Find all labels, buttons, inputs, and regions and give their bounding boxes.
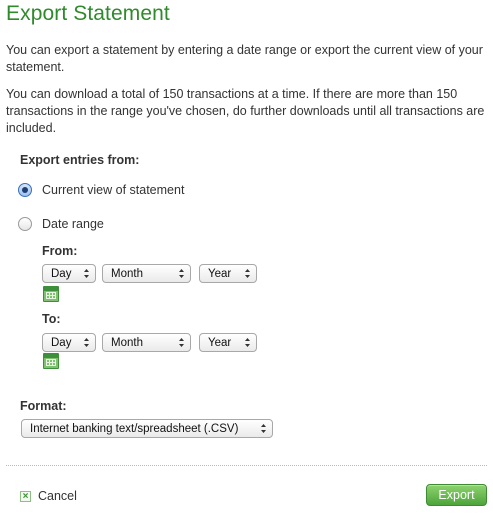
select-arrows-icon bbox=[179, 338, 184, 347]
from-calendar-icon[interactable] bbox=[43, 286, 59, 302]
divider bbox=[6, 465, 487, 466]
from-month-select[interactable]: Month bbox=[102, 264, 191, 283]
intro-paragraph-1: You can export a statement by entering a… bbox=[6, 43, 483, 74]
select-arrows-icon bbox=[245, 269, 250, 278]
from-year-value: Year bbox=[208, 267, 232, 280]
cancel-label: Cancel bbox=[38, 489, 77, 503]
intro-paragraph-2: You can download a total of 150 transact… bbox=[6, 87, 485, 135]
from-label: From: bbox=[42, 244, 78, 258]
radio-button[interactable] bbox=[18, 217, 32, 231]
to-month-select[interactable]: Month bbox=[102, 333, 191, 352]
close-icon: × bbox=[20, 490, 31, 502]
to-label: To: bbox=[42, 312, 61, 326]
from-day-value: Day bbox=[51, 267, 72, 280]
radio-date-range-label: Date range bbox=[42, 217, 104, 231]
select-arrows-icon bbox=[179, 269, 184, 278]
format-selected-value: Internet banking text/spreadsheet (.CSV) bbox=[30, 422, 239, 435]
to-day-value: Day bbox=[51, 336, 72, 349]
page-title: Export Statement bbox=[6, 2, 170, 25]
from-day-select[interactable]: Day bbox=[42, 264, 96, 283]
cancel-button[interactable]: × Cancel bbox=[20, 489, 77, 503]
select-arrows-icon bbox=[261, 424, 266, 433]
to-day-select[interactable]: Day bbox=[42, 333, 96, 352]
from-month-value: Month bbox=[111, 267, 143, 280]
from-year-select[interactable]: Year bbox=[199, 264, 257, 283]
radio-button-checked[interactable] bbox=[18, 183, 32, 197]
to-calendar-icon[interactable] bbox=[43, 353, 59, 369]
radio-current-view-label: Current view of statement bbox=[42, 183, 185, 197]
to-year-select[interactable]: Year bbox=[199, 333, 257, 352]
format-select[interactable]: Internet banking text/spreadsheet (.CSV) bbox=[21, 419, 273, 438]
to-month-value: Month bbox=[111, 336, 143, 349]
format-label: Format: bbox=[20, 399, 67, 413]
radio-date-range[interactable]: Date range bbox=[18, 217, 104, 231]
select-arrows-icon bbox=[245, 338, 250, 347]
to-year-value: Year bbox=[208, 336, 232, 349]
export-from-label: Export entries from: bbox=[20, 153, 140, 167]
export-button[interactable]: Export bbox=[426, 484, 487, 506]
select-arrows-icon bbox=[84, 269, 89, 278]
select-arrows-icon bbox=[84, 338, 89, 347]
radio-current-view[interactable]: Current view of statement bbox=[18, 183, 184, 197]
